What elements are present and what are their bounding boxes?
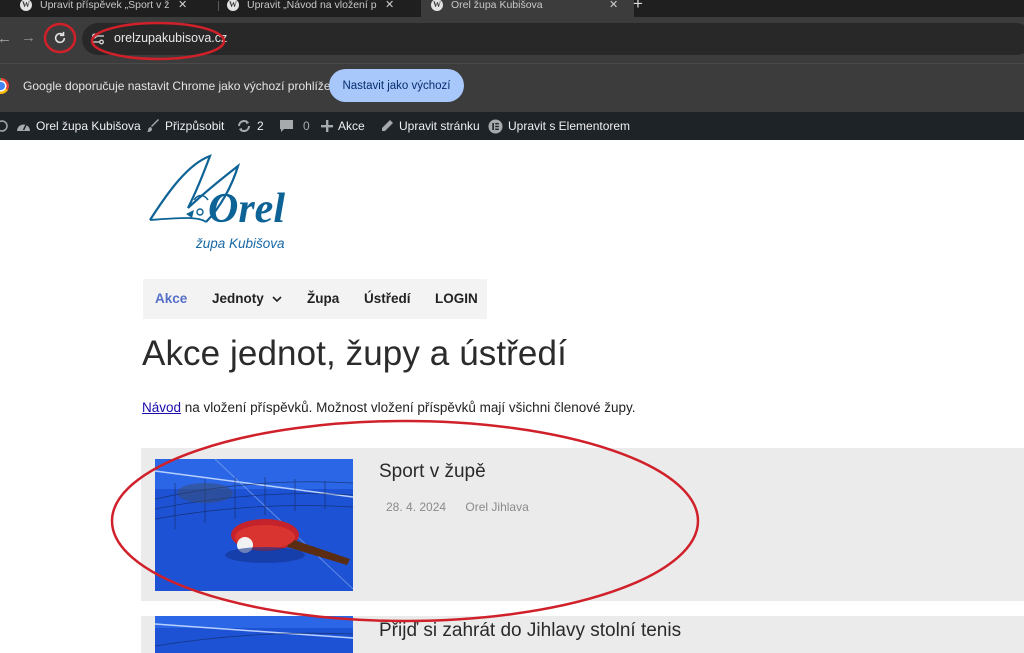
post-title-link[interactable]: Sport v župě xyxy=(379,461,486,483)
elementor-icon xyxy=(488,119,503,134)
admin-updates-link[interactable]: 2 xyxy=(236,112,264,140)
tab-separator xyxy=(218,1,219,11)
guide-link[interactable]: Návod xyxy=(142,400,181,415)
admin-new-label: Akce xyxy=(338,119,365,133)
admin-new-link[interactable]: Akce xyxy=(321,112,365,140)
post-thumbnail[interactable] xyxy=(155,616,353,653)
url-text[interactable]: orelzupakubisova.cz xyxy=(114,31,227,45)
site-info-icon[interactable] xyxy=(91,32,105,46)
wordpress-icon: W xyxy=(431,0,443,11)
wp-admin-bar: Orel župa Kubišova Přizpůsobit 2 0 Akce … xyxy=(0,112,1024,140)
post-title-link[interactable]: Přijď si zahrát do Jihlavy stolní tenis xyxy=(379,620,681,642)
post-author[interactable]: Orel Jihlava xyxy=(465,500,528,514)
reload-icon[interactable] xyxy=(49,27,71,49)
admin-customize-link[interactable]: Přizpůsobit xyxy=(146,112,224,140)
wp-logo-icon[interactable] xyxy=(0,112,8,140)
admin-site-label: Orel župa Kubišova xyxy=(36,119,141,133)
lead-text: na vložení příspěvků. Možnost vložení př… xyxy=(181,400,636,415)
plus-icon xyxy=(321,120,333,132)
admin-comments-link[interactable]: 0 xyxy=(279,112,310,140)
tab-title: Upravit příspěvek „Sport v župě xyxy=(40,0,170,11)
menu-item-akce[interactable]: Akce xyxy=(155,291,187,306)
post-date: 28. 4. 2024 xyxy=(386,500,447,514)
site-logo[interactable]: Orel župa Kubišova xyxy=(148,152,338,258)
comment-icon xyxy=(279,119,294,133)
tab-title: Upravit „Návod na vložení přís xyxy=(247,0,377,11)
admin-site-link[interactable]: Orel župa Kubišova xyxy=(16,112,141,140)
main-menu: Akce Jednoty Župa Ústředí LOGIN xyxy=(143,279,487,319)
page-title: Akce jednot, župy a ústředí xyxy=(142,334,567,373)
new-tab-icon[interactable]: + xyxy=(633,0,643,14)
address-bar[interactable]: orelzupakubisova.cz xyxy=(82,23,1024,55)
wordpress-icon: W xyxy=(20,0,32,11)
close-icon[interactable]: ✕ xyxy=(178,0,187,11)
dashboard-icon xyxy=(16,120,31,133)
set-default-button[interactable]: Nastavit jako výchozí xyxy=(329,69,464,102)
tab-orel-zupa[interactable]: W Orel župa Kubišova ✕ xyxy=(421,0,634,17)
brush-icon xyxy=(146,119,160,133)
default-browser-infobar: Google doporučuje nastavit Chrome jako v… xyxy=(0,63,1024,113)
logo-wordmark: Orel xyxy=(208,186,285,232)
menu-item-login[interactable]: LOGIN xyxy=(435,291,478,306)
post-thumbnail[interactable] xyxy=(155,459,353,591)
forward-arrow-icon[interactable]: → xyxy=(21,29,36,46)
post-meta: 28. 4. 2024 Orel Jihlava xyxy=(386,500,545,514)
lead-paragraph: Návod na vložení příspěvků. Možnost vlož… xyxy=(142,400,636,415)
tab-edit-post[interactable]: W Upravit příspěvek „Sport v župě ✕ xyxy=(20,0,187,17)
updates-icon xyxy=(236,119,252,133)
menu-item-jednoty[interactable]: Jednoty xyxy=(212,291,282,306)
admin-edit-page-label: Upravit stránku xyxy=(399,119,480,133)
back-arrow-icon[interactable]: ← xyxy=(0,30,12,47)
infobar-message: Google doporučuje nastavit Chrome jako v… xyxy=(23,79,337,93)
admin-updates-count: 2 xyxy=(257,119,264,133)
chevron-down-icon xyxy=(271,296,282,303)
admin-customize-label: Přizpůsobit xyxy=(165,119,225,133)
pencil-icon xyxy=(380,119,394,133)
browser-toolbar: ← → orelzupakubisova.cz xyxy=(0,17,1024,63)
wordpress-icon: W xyxy=(227,0,239,11)
close-icon[interactable]: ✕ xyxy=(609,0,618,11)
logo-subtitle: župa Kubišova xyxy=(196,236,285,251)
admin-edit-page-link[interactable]: Upravit stránku xyxy=(380,112,480,140)
chrome-logo-icon xyxy=(0,78,9,94)
tab-title: Orel župa Kubišova xyxy=(451,0,543,11)
menu-item-ustredi[interactable]: Ústředí xyxy=(364,291,411,306)
admin-elementor-link[interactable]: Upravit s Elementorem xyxy=(488,112,630,140)
tab-strip: W Upravit příspěvek „Sport v župě ✕ W Up… xyxy=(0,0,1024,17)
menu-item-label: Jednoty xyxy=(212,291,264,306)
close-icon[interactable]: ✕ xyxy=(385,0,394,11)
admin-elementor-label: Upravit s Elementorem xyxy=(508,119,631,133)
tab-edit-guide[interactable]: W Upravit „Návod na vložení přís ✕ xyxy=(227,0,394,17)
menu-item-zupa[interactable]: Župa xyxy=(307,291,339,306)
admin-comments-count: 0 xyxy=(303,119,310,133)
post-separator xyxy=(141,601,1024,616)
